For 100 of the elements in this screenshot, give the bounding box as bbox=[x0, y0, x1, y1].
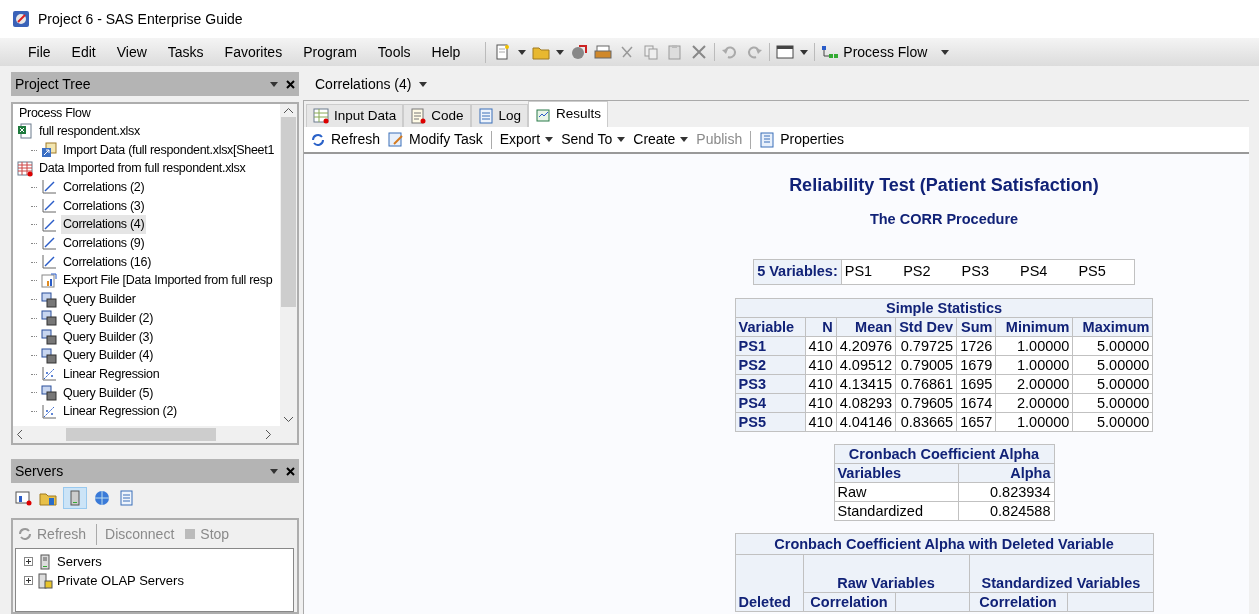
scroll-thumb[interactable] bbox=[66, 428, 216, 441]
code-icon bbox=[410, 108, 427, 124]
tab[interactable]: Input Data bbox=[306, 104, 404, 127]
expand-icon[interactable] bbox=[24, 557, 33, 566]
report-icon[interactable] bbox=[15, 490, 33, 506]
scroll-right-icon[interactable] bbox=[266, 430, 271, 439]
window-title: Project 6 - SAS Enterprise Guide bbox=[38, 9, 243, 29]
variable-name: PS1 bbox=[841, 259, 901, 284]
correlation-icon bbox=[41, 216, 57, 233]
scroll-left-icon[interactable] bbox=[17, 430, 22, 439]
tree-item[interactable]: Correlations (9) bbox=[61, 234, 147, 253]
redo-icon[interactable] bbox=[745, 44, 764, 60]
query-icon bbox=[41, 347, 57, 364]
tree-item[interactable]: Servers bbox=[57, 551, 102, 572]
tree-item[interactable]: Private OLAP Servers bbox=[57, 570, 184, 591]
correlation-icon bbox=[41, 198, 57, 215]
table-title: Cronbach Coefficient Alpha with Deleted Variable bbox=[735, 533, 1153, 554]
delete-icon[interactable] bbox=[690, 44, 709, 60]
tree-item[interactable]: Correlations (4) bbox=[61, 215, 147, 235]
menu-item[interactable]: Program bbox=[303, 41, 357, 63]
variable-name: PS4 bbox=[1017, 259, 1076, 284]
table-title: Cronbach Coefficient Alpha bbox=[834, 444, 1054, 463]
folder-icon[interactable] bbox=[532, 44, 551, 60]
server-icon bbox=[37, 553, 53, 570]
tree-item[interactable]: Linear Regression (2) bbox=[61, 402, 179, 422]
vertical-scrollbar[interactable] bbox=[280, 104, 297, 426]
tree-item[interactable]: Query Builder (2) bbox=[61, 308, 156, 328]
window-icon[interactable] bbox=[776, 44, 795, 60]
tree-root[interactable]: Process Flow bbox=[17, 104, 280, 122]
document-menu-icon bbox=[419, 81, 428, 87]
horizontal-scrollbar[interactable] bbox=[13, 426, 297, 443]
tree-item[interactable]: Query Builder (3) bbox=[61, 327, 156, 347]
scroll-down-icon[interactable] bbox=[284, 417, 293, 422]
close-icon[interactable] bbox=[286, 466, 295, 476]
menu-item[interactable]: Favorites bbox=[224, 41, 283, 63]
tree-item[interactable]: Correlations (2) bbox=[61, 178, 147, 197]
refresh-icon bbox=[310, 131, 326, 148]
query-icon bbox=[41, 310, 57, 327]
regression-icon bbox=[41, 366, 57, 383]
olap-icon bbox=[37, 572, 53, 589]
modify-icon bbox=[388, 131, 405, 148]
caret-icon bbox=[545, 137, 554, 142]
menu-item[interactable]: Tasks bbox=[167, 41, 204, 63]
process-flow-button[interactable]: Process Flow bbox=[821, 41, 928, 63]
scheduler-icon[interactable] bbox=[570, 44, 589, 60]
open-caret-icon bbox=[556, 49, 565, 55]
dataset-icon bbox=[17, 160, 33, 177]
close-icon[interactable] bbox=[286, 79, 295, 89]
scroll-thumb[interactable] bbox=[281, 117, 296, 307]
tree-item[interactable]: Import Data (full respondent.xlsx[Sheet1 bbox=[61, 140, 277, 160]
list-icon[interactable] bbox=[117, 490, 135, 506]
copy-icon[interactable] bbox=[642, 44, 661, 60]
tab[interactable]: Code bbox=[403, 104, 471, 127]
caret-icon bbox=[680, 137, 689, 142]
report-title: Reliability Test (Patient Satisfaction) bbox=[789, 174, 1099, 197]
menu-item[interactable]: File bbox=[28, 41, 51, 63]
toolbar-button[interactable]: Send To bbox=[561, 129, 626, 150]
tree-item[interactable]: full respondent.xlsx bbox=[37, 121, 142, 141]
menu-item[interactable]: Help bbox=[431, 41, 461, 63]
toolbar-button[interactable]: Create bbox=[633, 129, 689, 150]
folder-icon[interactable] bbox=[39, 490, 57, 506]
scroll-up-icon[interactable] bbox=[284, 108, 293, 113]
query-icon bbox=[41, 328, 57, 345]
panel-menu-icon bbox=[270, 81, 278, 87]
report-subtitle: The CORR Procedure bbox=[869, 210, 1019, 229]
toolbar-button[interactable]: Export bbox=[499, 129, 554, 150]
document-title[interactable]: Correlations (4) bbox=[315, 73, 412, 95]
tree-item[interactable]: Correlations (16) bbox=[61, 252, 153, 272]
query-icon bbox=[41, 384, 57, 401]
tab[interactable]: Log bbox=[470, 104, 529, 127]
tree-item[interactable]: Correlations (3) bbox=[61, 196, 147, 216]
results-icon bbox=[535, 106, 552, 123]
excel-icon bbox=[17, 123, 33, 140]
toolbar-button[interactable]: Modify Task bbox=[388, 129, 483, 150]
variable-name: PS2 bbox=[900, 259, 959, 284]
caret-icon bbox=[617, 137, 626, 142]
variable-name: PS5 bbox=[1075, 259, 1135, 284]
stop-icon bbox=[184, 528, 197, 540]
globe-icon[interactable] bbox=[93, 490, 111, 506]
tab[interactable]: Results bbox=[528, 101, 609, 127]
export-icon bbox=[41, 272, 57, 289]
menu-item[interactable]: View bbox=[116, 41, 147, 63]
tree-item[interactable]: Query Builder (4) bbox=[61, 346, 156, 365]
column-group-header: Standardized Variables bbox=[969, 554, 1153, 592]
panel-menu-icon bbox=[270, 468, 278, 474]
tree-item[interactable]: Query Builder (5) bbox=[61, 383, 156, 403]
menu-item[interactable]: Tools bbox=[377, 41, 411, 63]
refresh-off-icon bbox=[17, 526, 33, 542]
expand-icon[interactable] bbox=[24, 576, 33, 585]
row-header: Deleted bbox=[735, 554, 803, 611]
tree-item[interactable]: Export File [Data Imported from full resp bbox=[61, 271, 275, 291]
tree-item[interactable]: Query Builder bbox=[61, 290, 138, 309]
app-icon bbox=[12, 10, 30, 28]
toolbar-button[interactable]: Refresh bbox=[310, 129, 381, 150]
tree-item[interactable]: Linear Regression bbox=[61, 364, 162, 384]
tree-item[interactable]: Data Imported from full respondent.xlsx bbox=[37, 159, 248, 179]
print-icon[interactable] bbox=[594, 44, 613, 60]
properties-icon bbox=[759, 131, 776, 148]
menu-item[interactable]: Edit bbox=[71, 41, 96, 63]
toolbar-button[interactable]: Properties bbox=[759, 129, 845, 150]
